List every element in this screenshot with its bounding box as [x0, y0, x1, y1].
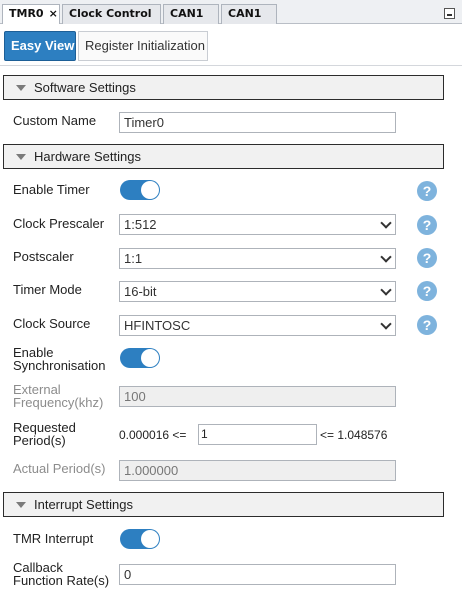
software-settings-header[interactable]: Software Settings	[3, 75, 444, 100]
tab-can1[interactable]: CAN1	[163, 4, 219, 24]
postscaler-label: Postscaler	[13, 249, 74, 264]
actual-period-label: Actual Period(s)	[13, 461, 106, 476]
clock-prescaler-label: Clock Prescaler	[13, 216, 105, 231]
minimize-icon[interactable]	[444, 8, 455, 19]
actual-period-input: 1.000000	[119, 460, 396, 481]
chevron-down-icon	[380, 217, 392, 229]
external-frequency-label-line2: Frequency(khz)	[13, 395, 104, 410]
triangle-down-icon	[16, 502, 26, 508]
interrupt-settings-header[interactable]: Interrupt Settings	[3, 492, 444, 517]
requested-period-label-line2: Period(s)	[13, 433, 66, 448]
triangle-down-icon	[16, 154, 26, 160]
enable-timer-label: Enable Timer	[13, 182, 90, 197]
enable-timer-toggle[interactable]	[120, 180, 160, 200]
callback-function-rate-input[interactable]: 0	[119, 564, 396, 585]
tab-tmr0[interactable]: TMR0 ×	[2, 4, 60, 25]
enable-sync-label: Enable Synchronisation	[13, 346, 106, 372]
chevron-down-icon	[380, 251, 392, 263]
clock-source-label: Clock Source	[13, 316, 91, 331]
hardware-settings-title: Hardware Settings	[34, 149, 141, 164]
requested-period-max: <= 1.048576	[320, 428, 388, 442]
chevron-down-icon	[380, 318, 392, 330]
tmr-interrupt-label: TMR Interrupt	[13, 531, 94, 546]
document-tab-strip: TMR0 × Clock Control CAN1 CAN1	[0, 0, 462, 25]
close-tab-icon[interactable]: ×	[49, 7, 58, 20]
toggle-knob	[141, 530, 159, 548]
requested-period-label: Requested Period(s)	[13, 421, 76, 447]
external-frequency-label: External Frequency(khz)	[13, 383, 103, 409]
custom-name-input[interactable]: Timer0	[119, 112, 396, 133]
toggle-knob	[141, 181, 159, 199]
clock-source-value: HFINTOSC	[124, 318, 191, 333]
help-icon[interactable]: ?	[417, 315, 437, 335]
clock-prescaler-select[interactable]: 1:512	[119, 214, 396, 235]
tab-tmr0-label: TMR0	[9, 7, 44, 20]
custom-name-label: Custom Name	[13, 113, 97, 128]
timer-mode-select[interactable]: 16-bit	[119, 281, 396, 302]
tab-can1-2[interactable]: CAN1	[221, 4, 277, 24]
tmr-interrupt-toggle[interactable]	[120, 529, 160, 549]
toggle-knob	[141, 349, 159, 367]
view-tab-bar: Easy View Register Initialization	[0, 24, 462, 66]
postscaler-select[interactable]: 1:1	[119, 248, 396, 269]
chevron-down-icon	[380, 284, 392, 296]
help-icon[interactable]: ?	[417, 248, 437, 268]
callback-function-rate-label: Callback Function Rate(s)	[13, 561, 109, 587]
triangle-down-icon	[16, 85, 26, 91]
timer-mode-label: Timer Mode	[13, 282, 82, 297]
tab-can1-2-label: CAN1	[228, 7, 262, 20]
clock-source-select[interactable]: HFINTOSC	[119, 315, 396, 336]
requested-period-input[interactable]: 1	[198, 424, 317, 445]
external-frequency-input: 100	[119, 386, 396, 407]
tab-register-initialization[interactable]: Register Initialization	[78, 31, 208, 61]
help-icon[interactable]: ?	[417, 181, 437, 201]
requested-period-min: 0.000016 <=	[119, 428, 187, 442]
interrupt-settings-title: Interrupt Settings	[34, 497, 133, 512]
clock-prescaler-value: 1:512	[124, 217, 157, 232]
enable-sync-label-line2: Synchronisation	[13, 358, 106, 373]
timer-mode-value: 16-bit	[124, 284, 157, 299]
help-icon[interactable]: ?	[417, 281, 437, 301]
help-icon[interactable]: ?	[417, 215, 437, 235]
tab-clock-control-label: Clock Control	[69, 7, 152, 20]
hardware-settings-header[interactable]: Hardware Settings	[3, 144, 444, 169]
tab-can1-label: CAN1	[170, 7, 204, 20]
callback-label-line2: Function Rate(s)	[13, 573, 110, 588]
tab-easy-view[interactable]: Easy View	[4, 31, 76, 61]
tab-clock-control[interactable]: Clock Control	[62, 4, 161, 24]
software-settings-title: Software Settings	[34, 80, 136, 95]
enable-sync-toggle[interactable]	[120, 348, 160, 368]
postscaler-value: 1:1	[124, 251, 143, 266]
